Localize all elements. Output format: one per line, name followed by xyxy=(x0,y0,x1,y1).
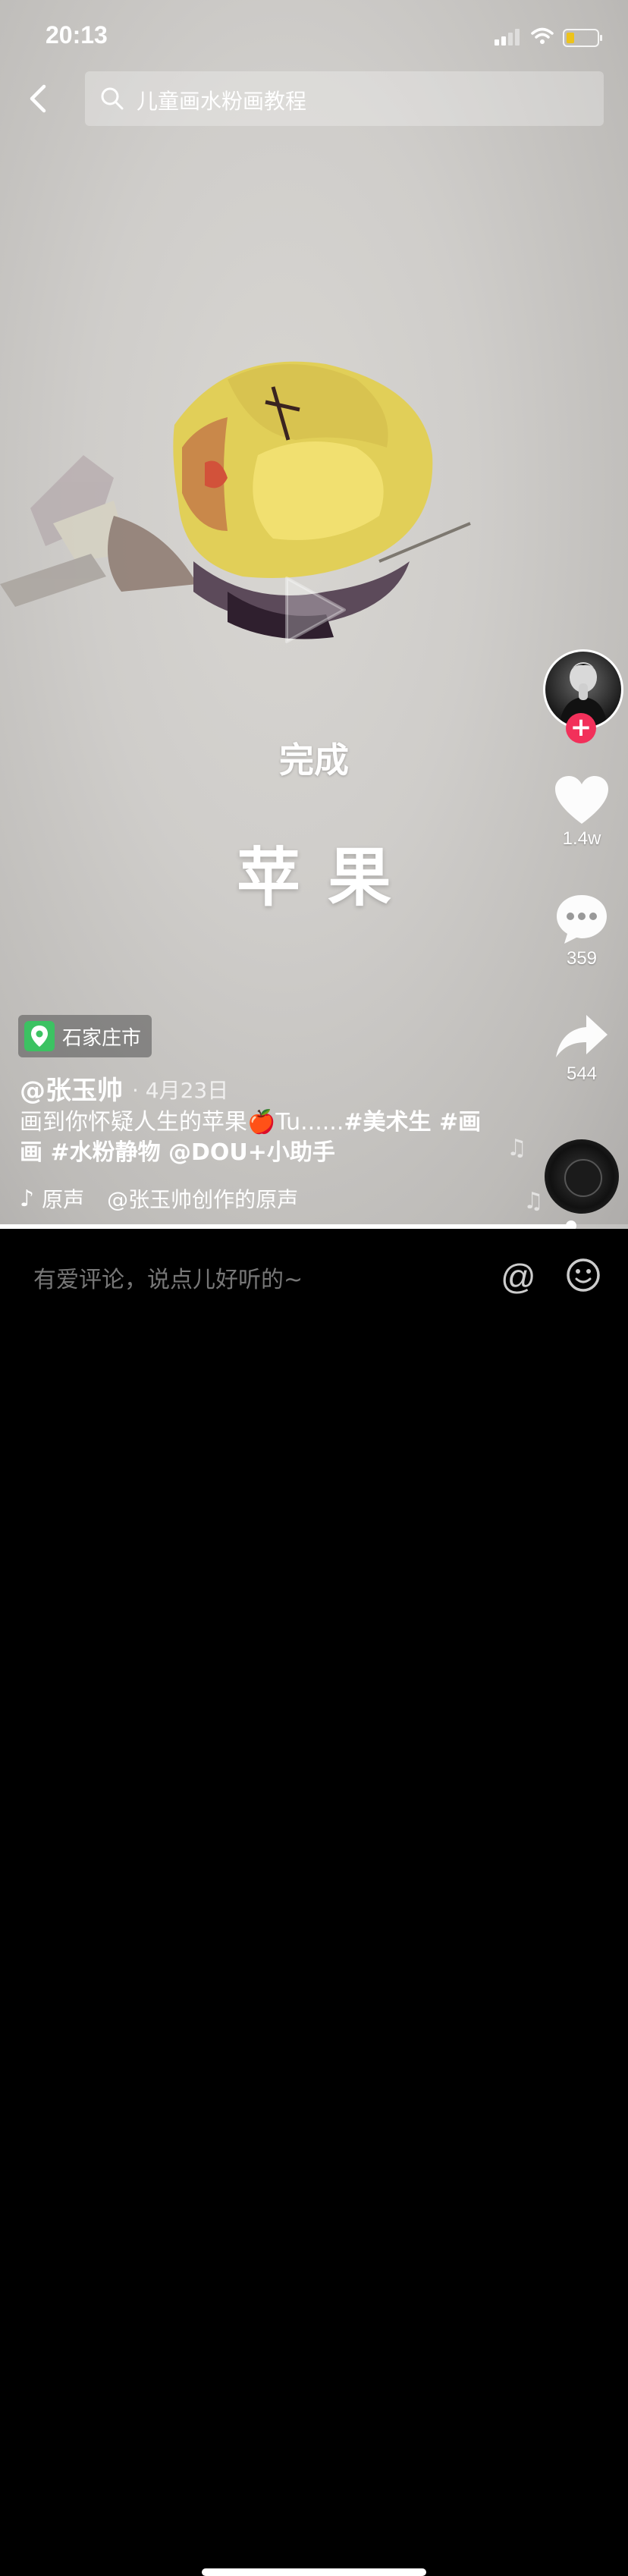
comment-icon xyxy=(557,895,607,944)
search-placeholder: 儿童画水粉画教程 xyxy=(137,89,307,114)
back-icon[interactable] xyxy=(23,82,56,115)
post-description: 画到你怀疑人生的苹果🍎Tu......#美术生 #画画 #水粉静物 @DOU+小… xyxy=(20,1107,490,1168)
like-button[interactable]: 1.4w xyxy=(543,775,620,850)
location-pin-icon xyxy=(24,1021,55,1051)
overlay-done-text: 完成 xyxy=(279,740,349,781)
emoji-icon[interactable] xyxy=(566,1258,601,1293)
post-date: · 4月23日 xyxy=(132,1078,229,1103)
home-indicator[interactable] xyxy=(202,2568,426,2576)
music-disc-button[interactable] xyxy=(545,1139,619,1214)
search-input[interactable]: 儿童画水粉画教程 xyxy=(85,71,604,126)
wifi-icon xyxy=(531,27,554,44)
comment-button[interactable]: 359 xyxy=(543,892,620,969)
search-icon xyxy=(101,87,124,110)
music-note-icon: ♫ xyxy=(507,1135,527,1161)
share-button[interactable]: 544 xyxy=(543,1013,620,1085)
comment-bar[interactable]: 有爱评论，说点儿好听的~ @ xyxy=(0,1229,628,2576)
music-info[interactable]: ♪ 原声 @张玉帅创作的原声 xyxy=(20,1183,298,1214)
comment-count: 359 xyxy=(566,948,598,969)
painting-image xyxy=(0,361,471,639)
signal-icon xyxy=(495,29,520,46)
share-count: 544 xyxy=(566,1063,598,1084)
music-source: @张玉帅创作的原声 xyxy=(107,1187,299,1212)
follow-button[interactable]: + xyxy=(566,713,596,743)
overlay-title-text: 苹果 xyxy=(236,840,419,915)
battery-icon xyxy=(563,29,602,47)
author-name[interactable]: @张玉帅 xyxy=(20,1070,123,1107)
share-icon xyxy=(556,1015,608,1057)
status-time: 20:13 xyxy=(46,21,108,49)
music-note-icon: ♫ xyxy=(523,1188,544,1214)
heart-icon xyxy=(555,776,608,824)
like-count: 1.4w xyxy=(562,828,601,849)
location-label: 石家庄市 xyxy=(62,1026,142,1050)
comment-input[interactable]: 有爱评论，说点儿好听的~ xyxy=(33,1261,303,1294)
tiktok-note-icon: ♪ xyxy=(20,1185,35,1212)
status-bar: 20:13 xyxy=(0,0,628,76)
location-tag[interactable]: 石家庄市 xyxy=(18,1015,152,1057)
play-icon[interactable] xyxy=(272,567,356,652)
mention-button[interactable]: @ xyxy=(501,1256,536,1297)
music-label: 原声 xyxy=(42,1187,85,1212)
description-text: 画到你怀疑人生的苹果🍎Tu...... xyxy=(20,1109,344,1136)
